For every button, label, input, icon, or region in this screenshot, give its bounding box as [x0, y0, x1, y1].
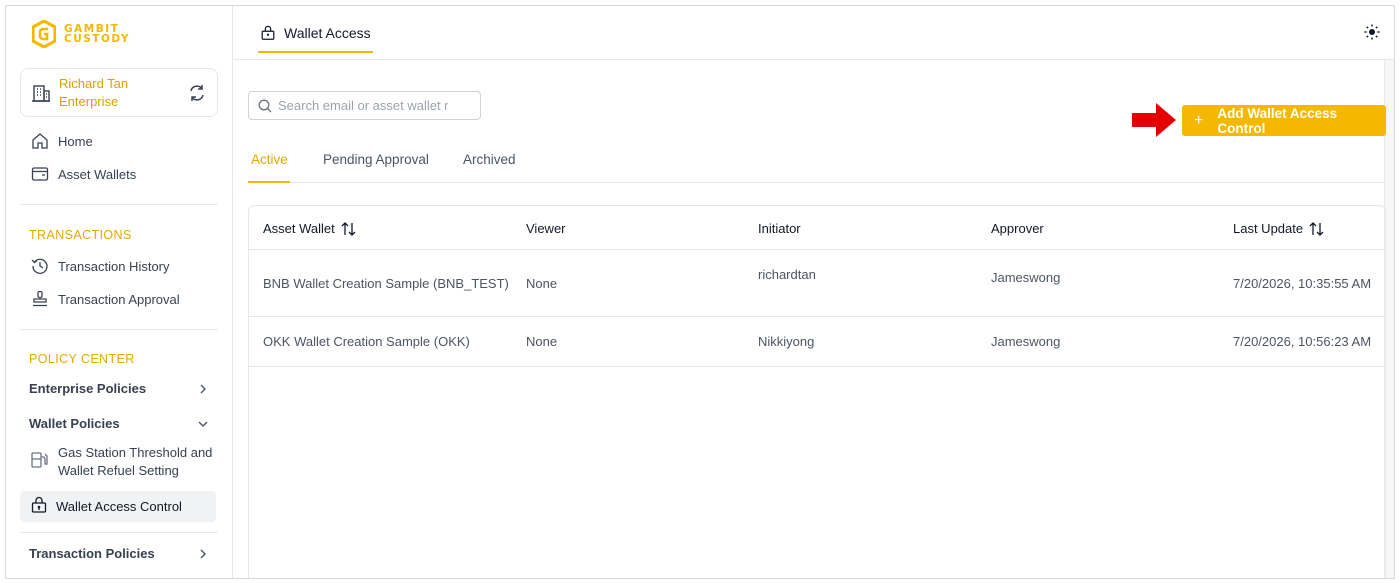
- tab-pending-approval[interactable]: Pending Approval: [323, 152, 429, 167]
- search-box[interactable]: [248, 91, 481, 120]
- wallet-access-table: Asset Wallet Viewer Initiator Approver L…: [248, 205, 1386, 578]
- wallet-icon: [30, 164, 50, 184]
- red-arrow-icon: [1132, 103, 1176, 137]
- gas-station-label-line1: Gas Station Threshold and: [58, 445, 213, 460]
- nav-enterprise-policies[interactable]: Enterprise Policies: [29, 381, 209, 396]
- nav-transaction-approval[interactable]: Transaction Approval: [20, 287, 180, 311]
- building-icon: [32, 84, 50, 102]
- sun-theme-icon[interactable]: [1364, 24, 1380, 40]
- page-tab-wallet-access[interactable]: Wallet Access: [258, 6, 373, 60]
- switch-enterprise-icon[interactable]: [187, 83, 207, 103]
- gambit-logo-icon: [32, 20, 56, 48]
- status-tabs: Active Pending Approval Archived: [248, 146, 1386, 183]
- nav-home-label: Home: [58, 133, 93, 149]
- section-policy-center: POLICY CENTER: [29, 352, 135, 366]
- cell-approver: Jameswong: [991, 270, 1061, 285]
- search-icon: [258, 99, 272, 112]
- sidebar-divider: [20, 204, 218, 205]
- table-row[interactable]: BNB Wallet Creation Sample (BNB_TEST) No…: [249, 250, 1385, 317]
- nav-home[interactable]: Home: [20, 129, 93, 153]
- cell-initiator: richardtan: [758, 267, 816, 282]
- cell-initiator: Nikkiyong: [758, 334, 815, 349]
- column-asset-wallet[interactable]: Asset Wallet: [263, 221, 357, 236]
- home-icon: [30, 131, 50, 151]
- tab-active[interactable]: Active: [251, 152, 288, 167]
- brand-line2: CUSTODY: [64, 33, 130, 45]
- top-bar: Wallet Access: [234, 6, 1394, 60]
- gas-station-label-line2: Wallet Refuel Setting: [58, 463, 179, 478]
- sort-arrows-icon[interactable]: [1309, 221, 1325, 236]
- nav-wallet-access-control[interactable]: Wallet Access Control: [20, 491, 216, 522]
- nav-wallet-access-control-label: Wallet Access Control: [56, 499, 182, 514]
- nav-transaction-policies-label: Transaction Policies: [29, 546, 155, 561]
- nav-wallet-policies-label: Wallet Policies: [29, 416, 120, 431]
- lock-icon: [261, 25, 275, 40]
- sidebar-divider: [20, 329, 218, 330]
- chevron-down-icon: [198, 421, 208, 427]
- table-header: Asset Wallet Viewer Initiator Approver L…: [249, 206, 1385, 250]
- nav-asset-wallets-label: Asset Wallets: [58, 166, 137, 182]
- search-input[interactable]: [278, 98, 448, 113]
- cell-last-update: 7/20/2026, 10:56:23 AM: [1233, 334, 1372, 349]
- stamp-icon: [30, 289, 50, 309]
- sort-arrows-icon[interactable]: [341, 221, 357, 236]
- table-row[interactable]: OKK Wallet Creation Sample (OKK) None Ni…: [249, 317, 1385, 367]
- plus-icon: +: [1194, 111, 1204, 129]
- history-icon: [30, 256, 50, 276]
- column-initiator: Initiator: [758, 221, 801, 236]
- column-asset-wallet-label: Asset Wallet: [263, 221, 335, 236]
- cell-viewer: None: [526, 334, 558, 349]
- nav-transaction-history[interactable]: Transaction History: [20, 254, 170, 278]
- gas-station-icon: [30, 450, 50, 480]
- cell-approver: Jameswong: [991, 334, 1061, 349]
- sidebar-divider: [20, 532, 218, 533]
- nav-enterprise-policies-label: Enterprise Policies: [29, 381, 147, 396]
- cell-asset-wallet: OKK Wallet Creation Sample (OKK): [263, 334, 470, 349]
- lock-icon: [30, 496, 48, 517]
- enterprise-name: Richard Tan Enterprise: [59, 75, 129, 109]
- logo[interactable]: GAMBIT CUSTODY: [32, 20, 130, 48]
- sidebar: GAMBIT CUSTODY Richard Tan Enterprise Ho…: [6, 6, 233, 578]
- column-last-update[interactable]: Last Update: [1233, 221, 1325, 236]
- section-transactions: TRANSACTIONS: [29, 228, 132, 242]
- nav-wallet-policies[interactable]: Wallet Policies: [29, 416, 209, 431]
- active-tab-indicator: [248, 181, 290, 183]
- cell-asset-wallet: BNB Wallet Creation Sample (BNB_TEST): [263, 276, 509, 291]
- nav-asset-wallets[interactable]: Asset Wallets: [20, 162, 136, 186]
- nav-transaction-approval-label: Transaction Approval: [58, 291, 180, 307]
- chevron-right-icon: [200, 384, 206, 393]
- nav-transaction-history-label: Transaction History: [58, 258, 170, 274]
- add-wallet-access-control-button[interactable]: + Add Wallet Access Control: [1182, 105, 1386, 136]
- nav-transaction-policies[interactable]: Transaction Policies: [29, 546, 209, 561]
- column-viewer: Viewer: [526, 221, 566, 236]
- column-approver: Approver: [991, 221, 1044, 236]
- chevron-right-icon: [200, 549, 206, 558]
- tab-archived[interactable]: Archived: [463, 152, 516, 167]
- app-window: GAMBIT CUSTODY Richard Tan Enterprise Ho…: [5, 5, 1395, 579]
- nav-gas-station[interactable]: Gas Station Threshold and Wallet Refuel …: [30, 444, 212, 480]
- column-last-update-label: Last Update: [1233, 221, 1304, 236]
- add-button-label: Add Wallet Access Control: [1217, 105, 1338, 136]
- cell-last-update: 7/20/2026, 10:35:55 AM: [1233, 276, 1372, 291]
- enterprise-selector[interactable]: Richard Tan Enterprise: [20, 68, 218, 117]
- page-title: Wallet Access: [284, 25, 371, 41]
- cell-viewer: None: [526, 276, 558, 291]
